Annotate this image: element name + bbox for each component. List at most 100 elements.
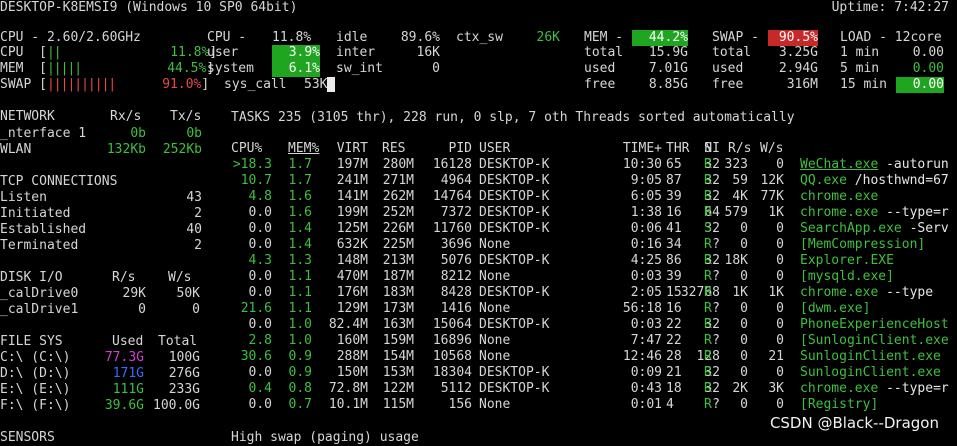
proc-read: 0	[740, 333, 748, 348]
swap-percent: 90.5%	[768, 30, 818, 46]
proc-mem: 1.0	[288, 317, 312, 332]
proc-mem: 0.9	[288, 349, 312, 364]
proc-mem: 1.1	[288, 285, 312, 300]
process-row[interactable]: >18.3 1.7 197M 280M 16128 DESKTOP-K 10:30 65 32 R…	[0, 157, 957, 173]
proc-status: R	[704, 381, 712, 396]
swap-free: 316M	[786, 77, 818, 92]
proc-time: 0:01	[630, 397, 662, 412]
col-write[interactable]: W/s	[760, 141, 783, 157]
load-15-label: 15 min	[840, 77, 887, 92]
proc-read: 0	[740, 317, 748, 332]
proc-command: chrome.exe --type=r	[800, 381, 949, 397]
col-cpu[interactable]: CPU%	[231, 141, 262, 157]
col-pid[interactable]: PID	[430, 141, 472, 157]
proc-command-args: --type=r	[886, 205, 949, 220]
proc-command-sep	[949, 317, 957, 332]
proc-cpu: 21.6	[240, 301, 272, 316]
proc-command-sep	[902, 221, 910, 236]
col-mem[interactable]: MEM%	[288, 141, 319, 157]
process-row[interactable]: 10.7 1.7 241M 271M 4964 DESKTOP-K 9:05 87 32 R 59 1…	[0, 173, 957, 189]
proc-res: 183M	[382, 285, 414, 300]
proc-time: 0:03	[630, 317, 662, 332]
proc-status: R	[704, 397, 712, 412]
proc-pid: 1416	[440, 301, 472, 316]
proc-command: SunloginClient.exe	[800, 349, 949, 365]
proc-virt: 10.1M	[328, 397, 368, 412]
process-row[interactable]: 0.0 0.9 150M 153M 18304 DESKTOP-K 0:09 21 32 R 0 0 S…	[0, 365, 957, 381]
process-row[interactable]: 30.6 0.9 288M 154M 10568 None 12:46 28 128 R 0 21 Su…	[0, 349, 957, 365]
proc-time: 4:25	[630, 253, 662, 268]
proc-command-name: [Registry]	[800, 397, 879, 412]
proc-user: DESKTOP-K	[479, 173, 550, 188]
mem-free-label: free	[584, 77, 616, 92]
proc-command-sep	[847, 173, 855, 188]
proc-read: 579	[724, 205, 748, 220]
network-iface-rx: 0b	[130, 126, 146, 141]
proc-command-args: /hosthwnd=67	[854, 173, 949, 188]
proc-cpu: 0.0	[248, 269, 272, 284]
proc-command-name: [mysqld.exe]	[800, 269, 894, 284]
proc-cpu: 0.0	[248, 205, 272, 220]
process-row[interactable]: 0.0 1.4 632K 225M 3696 None 0:16 34? R 0 0 [MemComp…	[0, 237, 957, 253]
col-res[interactable]: RES	[382, 141, 405, 157]
proc-res: 226M	[382, 221, 414, 236]
cpu-ctxsw: 26K	[536, 30, 560, 45]
process-row[interactable]: 21.6 1.1 129M 173M 1416 None 56:18 16? R 0 0 [dwm.e…	[0, 301, 957, 317]
proc-user: DESKTOP-K	[479, 365, 550, 380]
proc-cpu: 0.0	[248, 221, 272, 236]
col-ni[interactable]: NI	[680, 141, 720, 157]
proc-mem: 1.1	[288, 301, 312, 316]
proc-command: Explorer.EXE	[800, 253, 902, 269]
proc-virt: 199M	[336, 205, 368, 220]
proc-command-sep	[878, 285, 886, 300]
proc-res: 163M	[382, 317, 414, 332]
proc-virt: 160M	[336, 333, 368, 348]
proc-cpu: 0.0	[248, 237, 272, 252]
cpu-idle: 89.6%	[400, 30, 440, 45]
process-row[interactable]: 0.0 1.1 176M 183M 8428 DESKTOP-K 2:05 15 32768 R 1…	[0, 285, 957, 301]
swap-free-label: free	[712, 77, 744, 92]
proc-cpu: 30.6	[240, 349, 272, 364]
process-row[interactable]: 0.0 1.6 199M 252M 7372 DESKTOP-K 1:38 16 64 R 579 1…	[0, 205, 957, 221]
proc-time: 12:46	[622, 349, 662, 364]
proc-time: 6:05	[630, 189, 662, 204]
proc-virt: 470M	[336, 269, 368, 284]
proc-command-name: chrome.exe	[800, 381, 879, 396]
proc-command-sep	[925, 237, 933, 252]
proc-time: 9:05	[630, 173, 662, 188]
col-user[interactable]: USER	[479, 141, 510, 157]
proc-write: 0	[776, 237, 784, 252]
process-row[interactable]: 0.4 0.8 72.8M 122M 5112 DESKTOP-K 0:43 18 32 R 2K 3…	[0, 381, 957, 397]
process-row[interactable]: 0.0 0.7 10.1M 115M 156 None 0:01 4? R 0 0 [Registry…	[0, 397, 957, 413]
col-status[interactable]: S	[704, 141, 712, 157]
proc-pid: 11760	[432, 221, 472, 236]
proc-command-sep	[941, 365, 949, 380]
mem-percent: 44.2%	[632, 30, 688, 46]
process-row[interactable]: 2.8 1.0 160M 159M 16896 None 7:47 22? R 0 0 [Sunlog…	[0, 333, 957, 349]
proc-mem: 0.9	[288, 365, 312, 380]
proc-command-name: [SunloginClient.exe	[800, 333, 949, 348]
proc-res: 187M	[382, 269, 414, 284]
proc-res: 153M	[382, 365, 414, 380]
proc-cpu: 10.7	[240, 173, 272, 188]
col-virt[interactable]: VIRT	[336, 141, 368, 157]
col-time[interactable]: TIME+	[616, 141, 662, 157]
proc-user: DESKTOP-K	[479, 205, 550, 220]
proc-command-name: Explorer.EXE	[800, 253, 894, 268]
proc-write: 0	[776, 253, 784, 268]
process-row[interactable]: 0.0 1.4 125M 226M 11760 DESKTOP-K 0:06 41 32 S 0 0 S…	[0, 221, 957, 237]
proc-read: 0	[740, 365, 748, 380]
process-row[interactable]: 0.0 1.1 470M 187M 8212 None 0:03 39? R 0 0 [mysqld.…	[0, 269, 957, 285]
proc-read: 0	[740, 237, 748, 252]
col-read[interactable]: R/s	[728, 141, 751, 157]
cpu-syscall-label: sys_call	[224, 77, 287, 92]
proc-cpu: 0.0	[248, 397, 272, 412]
process-row[interactable]: 4.8 1.6 141M 262M 14764 DESKTOP-K 6:05 39 32 R 4K 7…	[0, 189, 957, 205]
proc-command-name: QQ.exe	[800, 173, 847, 188]
proc-write: 1K	[768, 285, 784, 300]
quicklook-cpu: CPU [|| 11.8%]	[0, 45, 218, 60]
process-row[interactable]: 0.0 1.0 82.4M 163M 15064 DESKTOP-K 0:03 22 32 R 0 0…	[0, 317, 957, 333]
load-title: LOAD - 12core	[840, 30, 942, 45]
process-row[interactable]: 4.3 1.3 148M 213M 5076 DESKTOP-K 4:25 86 32 R 18K 0…	[0, 253, 957, 269]
proc-mem: 1.7	[288, 157, 312, 172]
